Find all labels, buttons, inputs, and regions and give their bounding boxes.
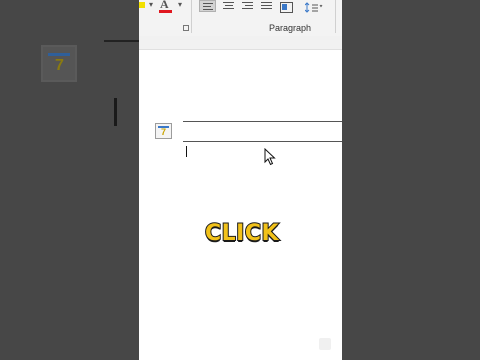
text-caret	[186, 146, 187, 157]
ribbon-bottom-strip	[139, 36, 342, 50]
background-rule-top	[104, 40, 140, 42]
line-spacing-icon[interactable]	[304, 0, 323, 13]
highlight-color-swatch[interactable]	[139, 2, 145, 8]
font-color-icon[interactable]: A	[159, 0, 173, 13]
background-text-caret	[114, 98, 117, 126]
word-document-view: ▾ A ▾ Paragraph 7 CLICK	[139, 0, 342, 360]
font-color-chevron-down-icon[interactable]: ▾	[178, 0, 182, 9]
field-placeholder-icon[interactable]: 7	[155, 123, 172, 139]
align-right-icon[interactable]	[242, 0, 256, 14]
align-center-icon[interactable]	[223, 0, 237, 14]
justify-icon[interactable]	[261, 0, 275, 14]
ribbon: ▾ A ▾ Paragraph	[139, 0, 342, 37]
corner-watermark	[319, 338, 331, 350]
align-left-icon[interactable]	[199, 0, 216, 12]
chevron-down-icon[interactable]: ▾	[149, 0, 153, 9]
paragraph-group-label: Paragraph	[269, 23, 312, 33]
horizontal-rule-top	[183, 121, 342, 122]
columns-icon[interactable]	[280, 0, 294, 13]
mouse-pointer-icon	[264, 147, 276, 171]
background-field-placeholder-icon: 7	[41, 45, 77, 82]
horizontal-rule-bottom	[183, 141, 342, 142]
ribbon-group-separator-right	[335, 0, 336, 33]
dialog-launcher-icon[interactable]	[183, 25, 189, 31]
ribbon-group-separator	[191, 0, 192, 33]
click-caption: CLICK	[204, 220, 280, 247]
